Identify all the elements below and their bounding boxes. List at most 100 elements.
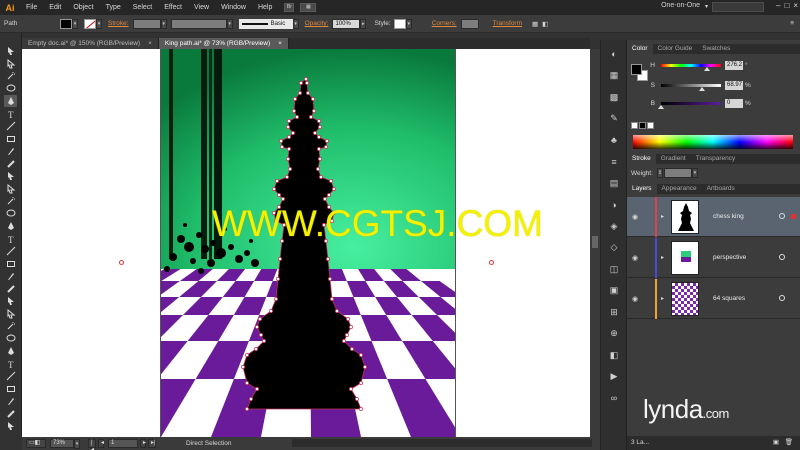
trash-icon[interactable]: 🗑 (785, 436, 793, 450)
bridge-button[interactable]: Br (284, 3, 295, 12)
artboards-icon[interactable]: ▣ (608, 285, 620, 297)
eye-icon[interactable]: ◉ (632, 213, 638, 221)
fill-stroke-icon[interactable] (4, 395, 17, 407)
tab-layers[interactable]: Layers (627, 184, 657, 194)
layer-row-64-squares[interactable]: ◉ ▸ 64 squares (627, 279, 800, 319)
brush-style-dropdown[interactable]: ▾ (292, 18, 299, 29)
layer-name[interactable]: chess king (713, 213, 744, 220)
graphic-styles-icon[interactable]: ◇ (608, 242, 620, 254)
target-icon[interactable] (779, 213, 785, 219)
isolate-icon[interactable]: ◧ (542, 20, 548, 28)
type-tool-icon[interactable]: T (4, 108, 17, 120)
hue-knob[interactable] (704, 66, 711, 71)
weight-dropdown[interactable]: ▾ (691, 168, 698, 178)
transform-icon[interactable]: ⊕ (608, 328, 620, 340)
perspective-grid-tool-icon[interactable] (4, 258, 17, 270)
column-graph-tool-icon[interactable] (4, 333, 17, 345)
hue-value-field[interactable]: 276.2 (725, 60, 743, 70)
layer-name[interactable]: 64 squares (713, 295, 745, 302)
saturation-slider[interactable] (661, 83, 721, 91)
eraser-tool-icon[interactable] (4, 183, 17, 195)
tab-empty-doc[interactable]: Empty doc.ai* @ 150% (RGB/Preview) × (22, 38, 159, 49)
menu-file[interactable]: File (20, 0, 43, 15)
artboard-number-field[interactable]: 1 (108, 439, 138, 448)
layer-row-chess-king[interactable]: ◉ ▸ chess king (627, 197, 800, 237)
status-tool-label[interactable]: Direct Selection (186, 440, 232, 447)
hand-tool-icon[interactable] (4, 370, 17, 382)
color-guide-icon[interactable]: ▦ (608, 70, 620, 82)
transform-link[interactable]: Transform (493, 20, 522, 27)
zoom-field[interactable]: 73% (50, 439, 74, 448)
next-artboard-button[interactable]: ▸ (140, 439, 146, 448)
tab-swatches[interactable]: Swatches (697, 44, 735, 54)
shape-builder-tool-icon[interactable] (4, 245, 17, 257)
expand-triangle-icon[interactable]: ▸ (661, 254, 664, 261)
lasso-tool-icon[interactable] (4, 83, 17, 95)
menu-object[interactable]: Object (67, 0, 99, 15)
vertical-scroll-thumb[interactable] (592, 236, 598, 248)
tab-stroke[interactable]: Stroke (627, 154, 656, 164)
opacity-link[interactable]: Opacity: (305, 20, 329, 27)
variable-width-field[interactable] (170, 18, 227, 29)
menu-effect[interactable]: Effect (158, 0, 188, 15)
pathfinder-icon[interactable]: ◧ (608, 349, 620, 361)
gradient-tool-icon[interactable] (4, 283, 17, 295)
eye-icon[interactable]: ◉ (632, 295, 638, 303)
links-icon[interactable]: ∞ (608, 392, 620, 404)
expand-triangle-icon[interactable]: ▸ (661, 213, 664, 220)
hue-slider[interactable] (661, 63, 721, 71)
selection-indicator[interactable] (791, 214, 796, 219)
blob-brush-tool-icon[interactable] (4, 170, 17, 182)
tab-appearance[interactable]: Appearance (657, 184, 702, 194)
rotate-tool-icon[interactable] (4, 195, 17, 207)
artboard-icon[interactable]: ▭◧ (26, 439, 46, 448)
fill-swatch[interactable] (60, 18, 72, 29)
layer-row-perspective[interactable]: ◉ ▸ perspective (627, 238, 800, 278)
direct-selection-tool-icon[interactable] (4, 58, 17, 70)
panel-menu-icon[interactable]: ≡ (790, 20, 794, 27)
selection-tool-icon[interactable] (4, 45, 17, 57)
color-spectrum[interactable] (633, 135, 793, 149)
minimize-button[interactable]: – (776, 1, 780, 10)
tab-color-guide[interactable]: Color Guide (653, 44, 698, 54)
tab-artboards[interactable]: Artboards (702, 184, 740, 194)
eyedropper-tool-icon[interactable] (4, 295, 17, 307)
tab-color[interactable]: Color (627, 44, 653, 54)
help-search-input[interactable] (712, 2, 764, 12)
zoom-tool-icon[interactable] (4, 383, 17, 395)
maximize-button[interactable]: □ (784, 1, 789, 10)
saturation-value-field[interactable]: 68.97 (725, 80, 743, 90)
opacity-dropdown[interactable]: ▸ (360, 18, 367, 29)
scale-tool-icon[interactable] (4, 208, 17, 220)
transparency-icon[interactable]: ◑ (608, 199, 620, 211)
slice-tool-icon[interactable]: T (4, 358, 17, 370)
layer-name[interactable]: perspective (713, 254, 746, 261)
brightness-value-field[interactable]: 0 (725, 98, 743, 108)
saturation-knob[interactable] (699, 86, 706, 91)
stroke-icon[interactable]: ≡ (608, 156, 620, 168)
graphic-style-dropdown[interactable]: ▾ (405, 18, 412, 29)
menu-window[interactable]: Window (215, 0, 252, 15)
screen-mode-icon[interactable] (4, 420, 17, 432)
brightness-knob[interactable] (658, 104, 664, 109)
menu-view[interactable]: View (188, 0, 215, 15)
variable-width-dropdown[interactable]: ▾ (226, 18, 233, 29)
weight-stepper[interactable]: ⇕ (656, 168, 663, 178)
brush-style-field[interactable]: Basic (238, 18, 293, 29)
close-icon[interactable]: × (278, 38, 282, 49)
last-artboard-button[interactable]: ▸| (148, 439, 156, 448)
pencil-tool-icon[interactable] (4, 158, 17, 170)
appearance-icon[interactable]: ◈ (608, 220, 620, 232)
weight-field[interactable] (663, 168, 692, 178)
corners-field[interactable] (460, 18, 479, 29)
menu-edit[interactable]: Edit (43, 0, 67, 15)
new-layer-icon[interactable]: ▣ (773, 436, 779, 450)
tab-transparency[interactable]: Transparency (691, 154, 741, 164)
mesh-tool-icon[interactable] (4, 270, 17, 282)
first-artboard-button[interactable]: |◂ (88, 439, 96, 450)
close-button[interactable]: × (793, 1, 798, 10)
target-icon[interactable] (779, 254, 785, 260)
symbol-sprayer-tool-icon[interactable] (4, 320, 17, 332)
close-icon[interactable]: × (148, 38, 152, 49)
pen-tool-icon[interactable] (4, 95, 17, 107)
